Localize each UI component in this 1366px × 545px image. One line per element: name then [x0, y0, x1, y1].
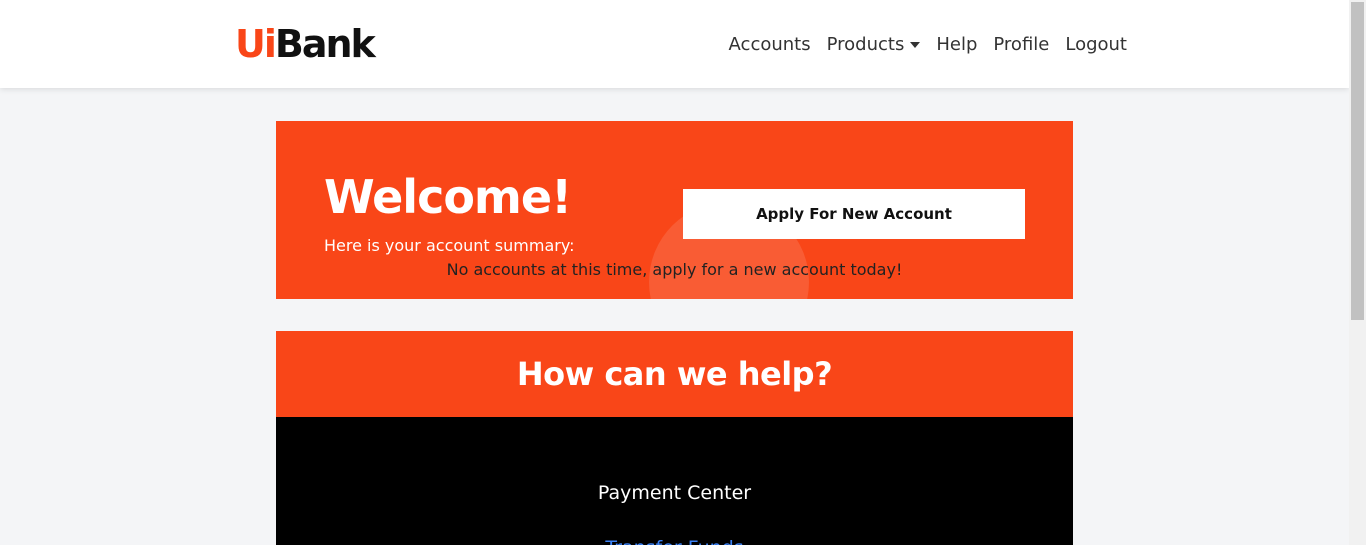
welcome-title: Welcome! — [324, 170, 572, 224]
nav-products-dropdown[interactable]: Products — [827, 33, 921, 57]
scrollbar-thumb[interactable] — [1351, 2, 1364, 320]
no-accounts-message: No accounts at this time, apply for a ne… — [446, 260, 903, 279]
page-scrollbar[interactable] — [1349, 0, 1366, 545]
nav-products-label: Products — [826, 34, 905, 55]
account-summary-label: Here is your account summary: — [324, 236, 575, 255]
nav-help[interactable]: Help — [936, 33, 977, 57]
help-title: How can we help? — [516, 355, 833, 393]
help-section: How can we help? Payment Center Transfer… — [276, 331, 1073, 545]
payment-center-heading: Payment Center — [597, 482, 752, 504]
top-navbar: UiBank Accounts Products Help Profile Lo… — [0, 0, 1349, 88]
logo-bank-text: Bank — [274, 22, 376, 66]
help-header: How can we help? — [276, 331, 1073, 417]
nav-profile[interactable]: Profile — [993, 33, 1049, 57]
welcome-card: Welcome! Here is your account summary: A… — [276, 121, 1073, 299]
logo-ui-text: Ui — [235, 22, 277, 66]
nav-links: Accounts Products Help Profile Logout — [729, 33, 1127, 57]
transfer-funds-link[interactable]: Transfer Funds — [276, 535, 1073, 545]
apply-new-account-button[interactable]: Apply For New Account — [683, 189, 1025, 239]
uibank-logo[interactable]: UiBank — [235, 22, 376, 66]
nav-accounts[interactable]: Accounts — [729, 33, 811, 57]
nav-logout[interactable]: Logout — [1065, 33, 1127, 57]
help-body: Payment Center Transfer Funds — [276, 417, 1073, 545]
caret-down-icon — [910, 42, 921, 48]
